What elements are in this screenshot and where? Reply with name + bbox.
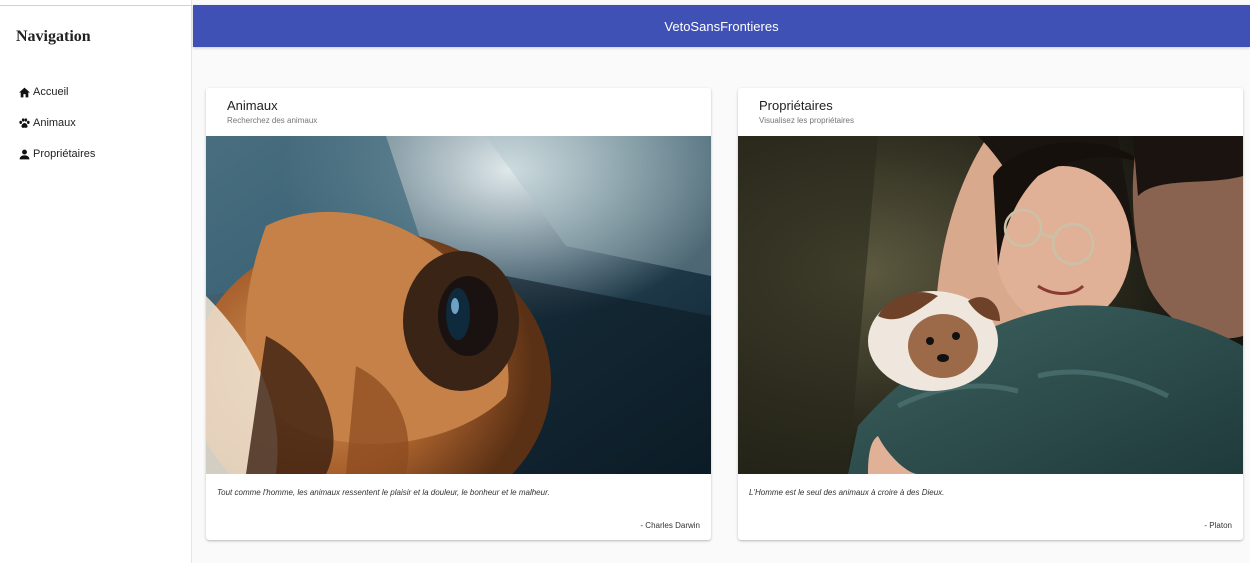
app-title: VetoSansFrontieres (664, 18, 779, 34)
divider (0, 5, 192, 6)
card-author: - Platon (1204, 521, 1232, 530)
card-title: Animaux (227, 98, 278, 113)
card-author: - Charles Darwin (640, 521, 700, 530)
sidebar-item-animaux[interactable]: Animaux (18, 114, 76, 132)
card-quote: Tout comme l'homme, les animaux ressente… (217, 488, 550, 497)
card-subtitle: Visualisez les propriétaires (759, 116, 855, 125)
paw-icon (19, 117, 30, 128)
dog-in-car-photo (206, 136, 711, 474)
person-icon (19, 149, 30, 159)
app-toolbar: VetoSansFrontieres (193, 5, 1250, 47)
sidebar-item-label: Propriétaires (33, 148, 96, 160)
card-animaux[interactable]: Animaux Recherchez des animaux Tout comm… (206, 88, 711, 540)
card-subtitle: Recherchez des animaux (227, 116, 318, 125)
card-proprietaires[interactable]: Propriétaires Visualisez les propriétair… (738, 88, 1243, 540)
sidebar-item-proprietaires[interactable]: Propriétaires (18, 145, 95, 163)
sidebar: Navigation Accueil Animaux Propriétaires (0, 0, 192, 563)
card-title: Propriétaires (759, 98, 833, 113)
owners-with-dog-photo (738, 136, 1243, 474)
sidebar-item-label: Animaux (33, 117, 76, 129)
sidebar-heading: Navigation (16, 28, 91, 45)
sidebar-item-label: Accueil (33, 86, 69, 98)
sidebar-item-accueil[interactable]: Accueil (18, 83, 68, 101)
card-quote: L'Homme est le seul des animaux à croire… (749, 488, 945, 497)
home-icon (19, 87, 30, 97)
